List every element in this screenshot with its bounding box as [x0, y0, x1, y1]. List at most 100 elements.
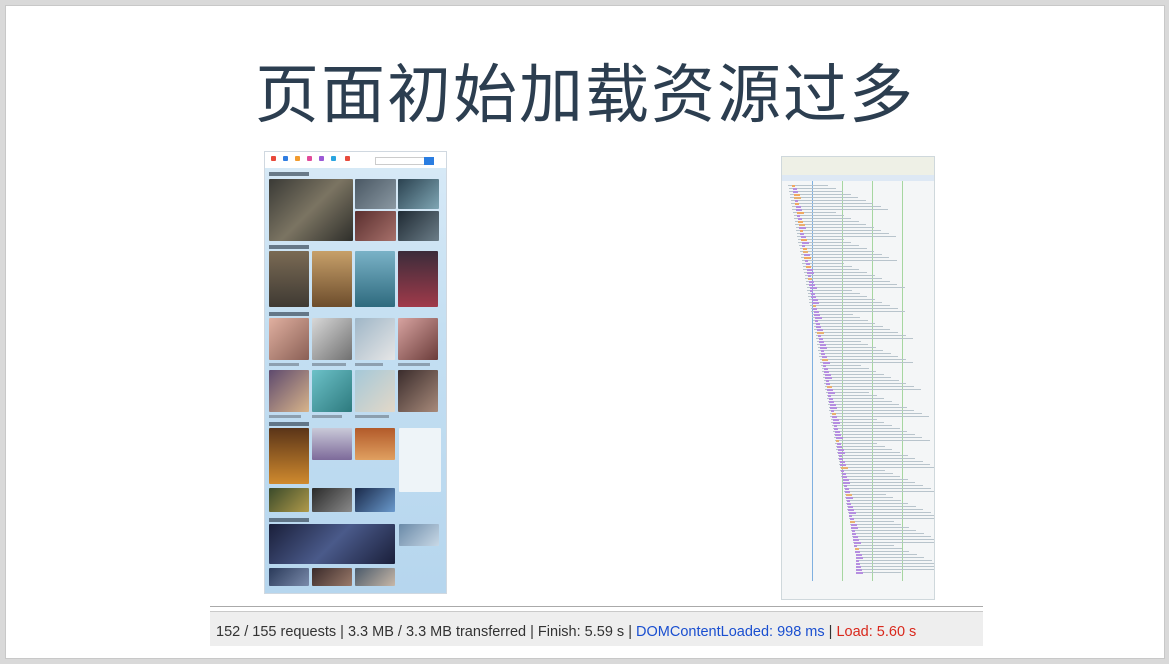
waterfall-row — [802, 260, 897, 261]
waterfall-row — [834, 437, 922, 438]
waterfall-bar — [844, 485, 847, 487]
web-page-screenshot — [264, 151, 447, 594]
waterfall-row — [820, 359, 906, 360]
waterfall-row — [792, 209, 888, 210]
waterfall-row — [792, 206, 881, 207]
live-thumbnail — [312, 568, 352, 586]
waterfall-bar — [856, 572, 863, 574]
waterfall-row — [850, 524, 901, 525]
waterfall-bar — [815, 320, 818, 322]
nav-icon — [331, 156, 336, 161]
timeline-marker-line — [842, 181, 843, 581]
waterfall-bar — [832, 416, 837, 418]
waterfall-row — [827, 398, 884, 399]
game-thumbnail — [312, 488, 352, 512]
waterfall-bar — [830, 407, 837, 409]
separator: | — [530, 624, 534, 640]
waterfall-row — [841, 473, 893, 474]
waterfall-bar — [840, 461, 845, 463]
waterfall-bar — [799, 227, 806, 229]
waterfall-bar — [829, 398, 833, 400]
waterfall-bar — [832, 413, 836, 415]
waterfall-bar — [854, 542, 861, 544]
game-thumbnail — [355, 428, 395, 460]
waterfall-bar — [801, 236, 806, 238]
waterfall-bar — [816, 323, 820, 325]
waterfall-row — [847, 506, 916, 507]
live-thumbnail — [269, 568, 309, 586]
waterfall-bar — [809, 281, 814, 283]
waterfall-row — [800, 248, 867, 249]
waterfall-bar — [840, 464, 846, 466]
separator: | — [829, 624, 833, 640]
waterfall-bar — [824, 368, 828, 370]
waterfall-row — [797, 236, 896, 237]
finish-time: Finish: 5.59 s — [538, 624, 624, 640]
waterfall-bar — [851, 527, 858, 529]
waterfall-row — [813, 320, 868, 321]
waterfall-row — [839, 464, 930, 465]
waterfall-bar — [846, 497, 853, 499]
waterfall-bar — [843, 482, 850, 484]
waterfall-row — [814, 326, 883, 327]
waterfall-bar — [821, 350, 824, 352]
waterfall-bar — [837, 446, 842, 448]
waterfall-bar — [841, 470, 844, 472]
search-input — [375, 157, 425, 165]
waterfall-row — [843, 485, 923, 486]
waterfall-bar — [856, 560, 859, 562]
live-thumbnail — [355, 568, 395, 586]
waterfall-overview — [782, 157, 934, 175]
caption-line — [312, 415, 342, 418]
waterfall-row — [796, 227, 874, 228]
waterfall-row — [810, 305, 890, 306]
game-thumbnail — [312, 428, 352, 460]
waterfall-bar — [792, 185, 795, 187]
nav-icon — [295, 156, 300, 161]
waterfall-row — [797, 233, 889, 234]
waterfall-bar — [800, 230, 803, 232]
waterfall-bar — [821, 353, 825, 355]
waterfall-bar — [823, 362, 830, 364]
waterfall-row — [805, 278, 882, 279]
waterfall-row — [822, 371, 876, 372]
waterfall-bar — [797, 215, 800, 217]
waterfall-bar — [825, 377, 832, 379]
waterfall-bar — [842, 476, 847, 478]
slide: 页面初始加载资源过多 — [5, 5, 1165, 659]
waterfall-row — [832, 425, 892, 426]
waterfall-bar — [794, 194, 800, 196]
video-thumbnail — [398, 179, 439, 209]
separator: | — [340, 624, 344, 640]
waterfall-bar — [795, 203, 799, 205]
waterfall-row — [801, 254, 882, 255]
waterfall-row — [791, 203, 873, 204]
waterfall-bar — [829, 401, 834, 403]
nav-icon — [307, 156, 312, 161]
page-topbar — [265, 152, 446, 168]
waterfall-row — [842, 479, 908, 480]
waterfall-row — [808, 293, 860, 294]
live-thumbnail — [399, 524, 439, 546]
waterfall-row — [794, 215, 844, 216]
waterfall-row — [820, 362, 913, 363]
waterfall-bar — [825, 374, 831, 376]
waterfall-bar — [849, 512, 856, 514]
waterfall-bar — [827, 386, 832, 388]
waterfall-bar — [796, 209, 802, 211]
waterfall-row — [808, 296, 867, 297]
waterfall-bar — [809, 284, 815, 286]
waterfall-row — [847, 509, 923, 510]
waterfall-bar — [806, 263, 810, 265]
waterfall-row — [811, 311, 905, 312]
waterfall-bar — [835, 431, 840, 433]
waterfall-row — [806, 281, 890, 282]
waterfall-row — [829, 407, 907, 408]
waterfall-bar — [836, 437, 843, 439]
avatar-thumbnail — [312, 318, 352, 360]
section-label — [269, 172, 309, 176]
nav-icon — [271, 156, 276, 161]
waterfall-bar — [816, 326, 821, 328]
waterfall-row — [830, 416, 929, 417]
nav-icon — [283, 156, 288, 161]
